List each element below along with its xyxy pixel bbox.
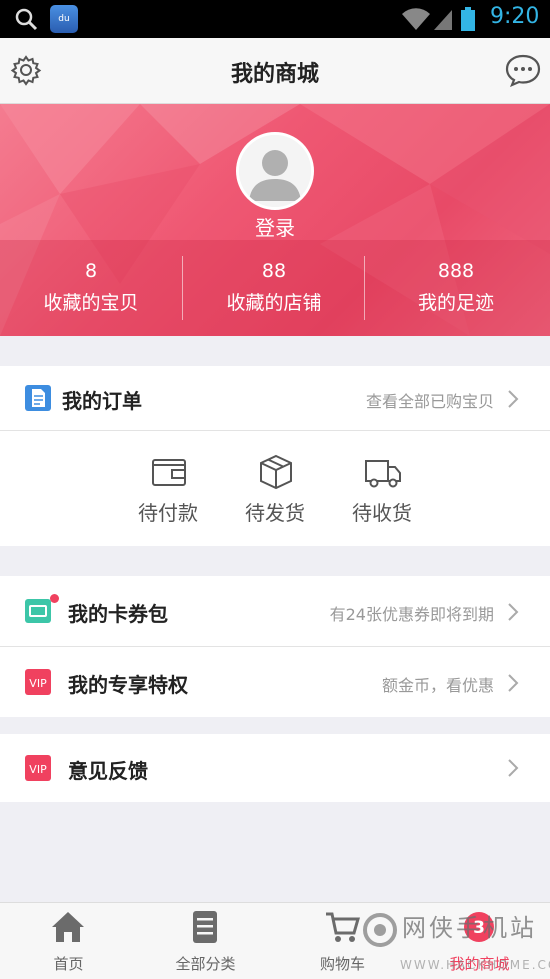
chevron-right-icon <box>508 759 519 777</box>
list-icon <box>193 911 217 943</box>
baidu-app-icon: du <box>50 5 78 33</box>
stat-label: 收藏的宝贝 <box>43 292 139 314</box>
watermark-url: WWW.HACKHOME.COM <box>400 958 550 972</box>
coupon-card-icon <box>25 599 51 623</box>
order-pending-shipment[interactable]: 待发货 <box>225 431 325 547</box>
tab-home[interactable]: 首页 <box>0 903 137 979</box>
orders-section: 我的订单 查看全部已购宝贝 待付款 待发货 待收货 <box>0 366 550 546</box>
avatar[interactable] <box>236 132 314 210</box>
stat-favorite-items[interactable]: 8 收藏的宝贝 <box>0 240 182 336</box>
truck-icon <box>365 460 401 488</box>
tab-categories[interactable]: 全部分类 <box>137 903 274 979</box>
stat-label: 我的足迹 <box>417 292 494 314</box>
wallet-icon <box>152 459 186 486</box>
login-link[interactable]: 登录 <box>0 212 550 241</box>
order-label: 待发货 <box>245 501 305 525</box>
svg-text:VIP: VIP <box>29 763 47 776</box>
feedback-row[interactable]: VIP 意见反馈 <box>0 734 550 802</box>
my-orders-row[interactable]: 我的订单 查看全部已购宝贝 <box>0 366 550 430</box>
row-title: 我的专享特权 <box>68 673 188 697</box>
document-icon <box>25 385 51 411</box>
watermark-text: 网侠手机站 <box>402 914 537 942</box>
tab-label: 首页 <box>53 955 84 973</box>
message-bubble-icon[interactable] <box>504 53 542 87</box>
vip-badge-icon: VIP <box>25 755 51 781</box>
feedback-section: VIP 意见反馈 <box>0 734 550 802</box>
profile-banner: 登录 8 收藏的宝贝 88 收藏的店铺 888 我的足迹 <box>0 104 550 336</box>
battery-icon <box>461 7 475 31</box>
row-title: 我的订单 <box>62 389 142 413</box>
order-status-row: 待付款 待发货 待收货 <box>0 431 550 546</box>
package-icon <box>260 454 292 490</box>
stat-favorite-shops[interactable]: 88 收藏的店铺 <box>183 240 365 336</box>
row-hint: 额金币，看优惠 <box>381 676 494 695</box>
stat-footprints[interactable]: 888 我的足迹 <box>365 240 547 336</box>
privileges-row[interactable]: VIP 我的专享特权 额金币，看优惠 <box>0 647 550 717</box>
stat-label: 收藏的店铺 <box>226 292 322 314</box>
watermark-logo-icon <box>363 913 397 947</box>
header-bar: 我的商城 <box>0 38 550 104</box>
wallet-section: 我的卡券包 有24张优惠券即将到期 VIP 我的专享特权 额金币，看优惠 <box>0 576 550 717</box>
cart-icon <box>326 912 360 942</box>
stats-bar: 8 收藏的宝贝 88 收藏的店铺 888 我的足迹 <box>0 240 550 336</box>
order-pending-payment[interactable]: 待付款 <box>118 431 218 547</box>
tab-label: 全部分类 <box>175 955 236 973</box>
search-icon <box>15 8 38 31</box>
order-pending-receipt[interactable]: 待收货 <box>332 431 432 547</box>
page-title: 我的商城 <box>230 62 319 87</box>
coupon-wallet-row[interactable]: 我的卡券包 有24张优惠券即将到期 <box>0 576 550 646</box>
row-title: 意见反馈 <box>68 759 148 783</box>
row-hint: 查看全部已购宝贝 <box>365 392 494 411</box>
status-time: 9:20 <box>490 4 540 29</box>
home-icon <box>52 912 84 942</box>
stat-value: 88 <box>261 260 287 282</box>
chevron-right-icon <box>508 603 519 621</box>
notification-dot <box>50 594 59 603</box>
row-title: 我的卡券包 <box>68 602 168 626</box>
chevron-right-icon <box>508 390 519 408</box>
svg-text:VIP: VIP <box>29 677 47 690</box>
default-user-icon <box>239 135 311 207</box>
tab-label: 购物车 <box>319 955 365 973</box>
chevron-right-icon <box>508 674 519 692</box>
row-hint: 有24张优惠券即将到期 <box>329 605 494 624</box>
status-bar: du 9:20 <box>0 0 550 38</box>
order-label: 待收货 <box>352 501 412 525</box>
wifi-icon <box>402 8 430 30</box>
stat-value: 8 <box>84 260 98 282</box>
stat-value: 888 <box>437 260 475 282</box>
signal-icon <box>434 10 452 30</box>
order-label: 待付款 <box>138 501 198 525</box>
vip-badge-icon: VIP <box>25 669 51 695</box>
